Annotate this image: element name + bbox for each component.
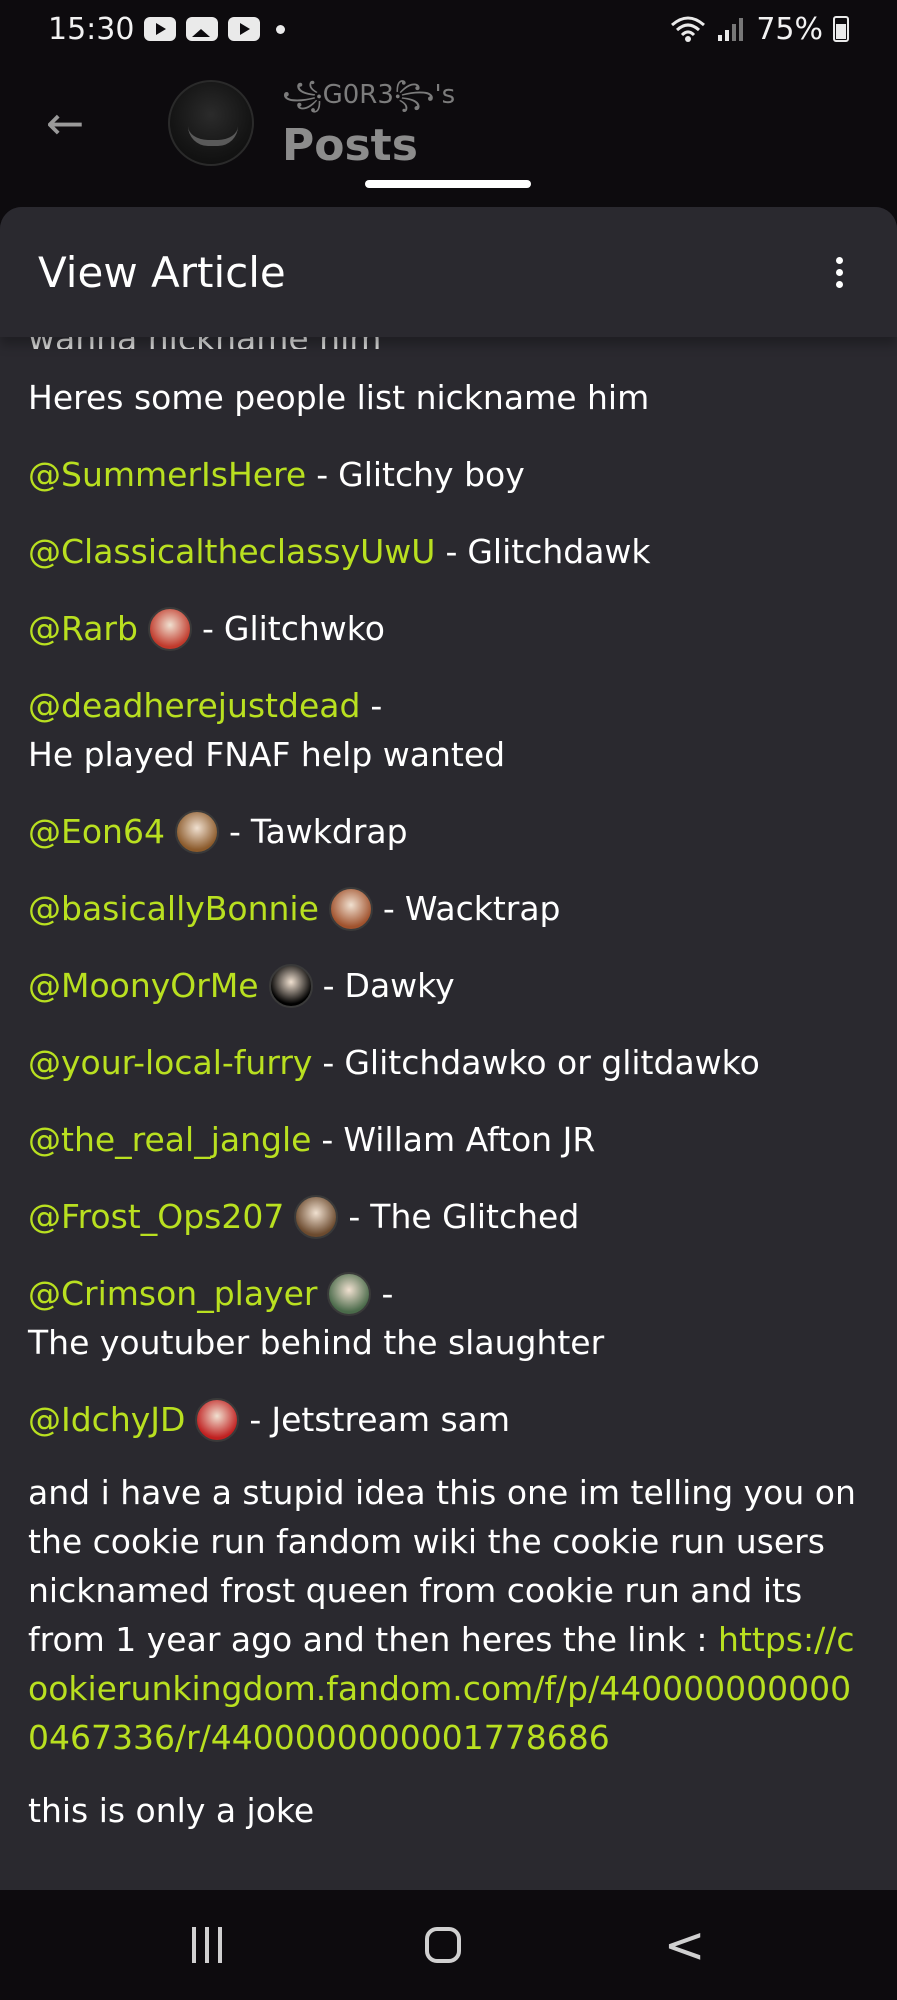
- separator: -: [201, 609, 214, 648]
- user-mention[interactable]: @deadherejustdead: [28, 681, 360, 730]
- battery-percent: 75%: [756, 11, 823, 47]
- separator: -: [445, 532, 458, 571]
- separator: -: [316, 455, 329, 494]
- nickname-item: @ClassicaltheclassyUwU - Glitchdawk: [28, 527, 869, 576]
- nickname-item: @Rarb - Glitchwko: [28, 604, 869, 653]
- nickname-item: @Frost_Ops207 - The Glitched: [28, 1192, 869, 1241]
- intro-text: Heres some people list nickname him: [28, 378, 650, 417]
- nickname-text: Dawky: [344, 966, 455, 1005]
- gallery-icon: [186, 17, 219, 41]
- user-mention[interactable]: @Frost_Ops207: [28, 1192, 284, 1241]
- nickname-item: @IdchyJD - Jetstream sam: [28, 1395, 869, 1444]
- user-avatar[interactable]: [268, 963, 313, 1008]
- nickname-text: The youtuber behind the slaughter: [28, 1323, 605, 1362]
- battery-icon: [833, 16, 849, 42]
- nickname-list: @SummerIsHere - Glitchy boy @Classicalthecl…: [28, 450, 869, 1444]
- separator: -: [370, 686, 383, 725]
- nickname-text: Glitchdawko or glitdawko: [344, 1043, 760, 1082]
- separator: -: [322, 1043, 335, 1082]
- home-button[interactable]: [424, 1927, 461, 1963]
- user-mention[interactable]: @Eon64: [28, 807, 165, 856]
- nickname-item: @your-local-furry - Glitchdawko or glitdaw…: [28, 1038, 869, 1087]
- back-arrow-icon[interactable]: ←: [40, 98, 90, 148]
- youtube-icon: [144, 17, 177, 41]
- user-mention[interactable]: @SummerIsHere: [28, 450, 306, 499]
- system-nav-bar: <: [0, 1890, 897, 2000]
- user-mention[interactable]: @the_real_jangle: [28, 1115, 311, 1164]
- user-mention[interactable]: @MoonyOrMe: [28, 961, 259, 1010]
- closing-text: this is only a joke: [28, 1791, 315, 1830]
- separator: -: [348, 1197, 361, 1236]
- user-mention[interactable]: @Rarb: [28, 604, 138, 653]
- nickname-text: Wacktrap: [404, 889, 561, 928]
- page-title: Posts: [282, 120, 418, 171]
- separator: -: [321, 1120, 334, 1159]
- nickname-text: Glitchwko: [223, 609, 385, 648]
- article-body: wanna nickname him Heres some people lis…: [0, 319, 897, 1835]
- recents-button[interactable]: [191, 1927, 222, 1963]
- nickname-text: The Glitched: [370, 1197, 580, 1236]
- user-avatar[interactable]: [327, 1271, 372, 1316]
- user-avatar[interactable]: [195, 1397, 240, 1442]
- separator: -: [322, 966, 335, 1005]
- sheet-title: View Article: [38, 247, 286, 297]
- nickname-text: He played FNAF help wanted: [28, 735, 506, 774]
- nickname-text: Tawkdrap: [250, 812, 408, 851]
- separator: -: [381, 1274, 394, 1313]
- nickname-item: @Crimson_player - The youtuber behind the …: [28, 1269, 869, 1367]
- back-button[interactable]: <: [664, 1920, 706, 1970]
- nickname-text: Glitchdawk: [467, 532, 651, 571]
- separator: -: [249, 1400, 262, 1439]
- user-mention[interactable]: @ClassicaltheclassyUwU: [28, 527, 435, 576]
- avatar[interactable]: [168, 80, 254, 166]
- clock: 15:30: [48, 11, 135, 47]
- user-mention[interactable]: @your-local-furry: [28, 1038, 312, 1087]
- body-paragraph: and i have a stupid idea this one im tel…: [28, 1468, 869, 1762]
- user-avatar[interactable]: [294, 1194, 339, 1239]
- nickname-text: Willam Afton JR: [343, 1120, 596, 1159]
- nickname-item: @Eon64 - Tawkdrap: [28, 807, 869, 856]
- wifi-icon: [671, 16, 706, 42]
- nickname-item: @MoonyOrMe - Dawky: [28, 961, 869, 1010]
- nickname-text: Glitchy boy: [338, 455, 525, 494]
- dot-icon: [276, 24, 286, 34]
- user-avatar[interactable]: [147, 606, 192, 651]
- nickname-item: @deadherejustdead - He played FNAF help wa…: [28, 681, 869, 779]
- status-bar-left: 15:30: [48, 11, 286, 47]
- more-options-icon[interactable]: [819, 252, 859, 292]
- tab-indicator: [365, 180, 531, 188]
- posts-header: ← ꧁G0R3꧂'s Posts: [0, 58, 897, 208]
- separator: -: [228, 812, 241, 851]
- nickname-item: @SummerIsHere - Glitchy boy: [28, 450, 869, 499]
- user-avatar[interactable]: [328, 886, 373, 931]
- user-mention[interactable]: @basicallyBonnie: [28, 884, 319, 933]
- nickname-text: Jetstream sam: [271, 1400, 511, 1439]
- user-mention[interactable]: @Crimson_player: [28, 1269, 317, 1318]
- status-bar-right: 75%: [670, 12, 849, 47]
- sheet-header: View Article: [0, 207, 897, 337]
- signal-icon: [718, 18, 744, 41]
- user-avatar[interactable]: [174, 809, 219, 854]
- user-mention[interactable]: @IdchyJD: [28, 1395, 185, 1444]
- nickname-item: @the_real_jangle - Willam Afton JR: [28, 1115, 869, 1164]
- article-sheet: View Article wanna nickname him Heres so…: [0, 207, 897, 1890]
- youtube-icon: [228, 17, 261, 41]
- nickname-item: @basicallyBonnie - Wacktrap: [28, 884, 869, 933]
- separator: -: [382, 889, 395, 928]
- status-bar: 15:30 75%: [0, 0, 897, 58]
